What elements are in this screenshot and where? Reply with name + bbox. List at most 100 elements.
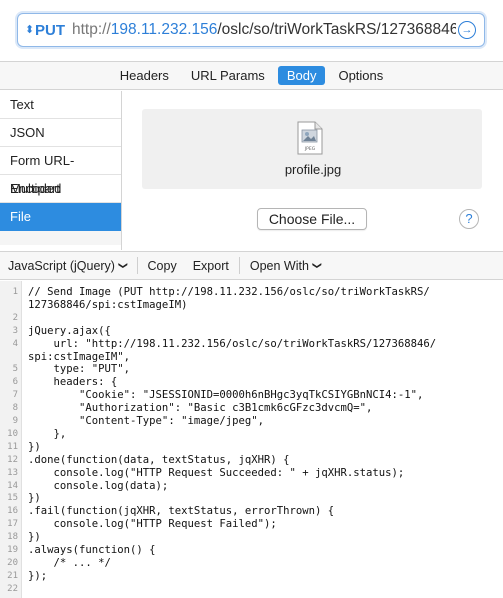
method-selector[interactable]: PUT (35, 22, 65, 39)
method-stepper-icon[interactable]: ⬍ (25, 25, 34, 36)
tab-options[interactable]: Options (329, 66, 392, 85)
help-button[interactable]: ? (459, 209, 479, 229)
code-text: console.log("HTTP Request Succeeded: " +… (28, 466, 405, 479)
code-line: 5 type: "PUT", (0, 363, 503, 376)
language-selector[interactable]: JavaScript (jQuery) ❯ (0, 259, 135, 273)
code-text: }) (28, 440, 41, 453)
code-line: 12 .done(function(data, textStatus, jqXHR… (0, 454, 503, 467)
code-line: 22 (0, 583, 503, 596)
open-with-label: Open With (249, 258, 309, 273)
code-line: 13 console.log("HTTP Request Succeeded: … (0, 467, 503, 480)
code-line: spi:cstImageIM", (0, 351, 503, 364)
code-line: 19 .always(function() { (0, 544, 503, 557)
line-number: 17 (7, 519, 18, 530)
open-with-button[interactable]: Open With ❯ (242, 259, 329, 273)
code-text: /* ... */ (28, 556, 111, 569)
code-text: "Cookie": "JSESSIONID=0000h6nBHgc3yqTkCS… (28, 389, 424, 402)
code-line: 4 url: "http://198.11.232.156/oslc/so/tr… (0, 338, 503, 351)
code-text: .done(function(data, textStatus, jqXHR) … (28, 453, 290, 466)
line-number: 1 (12, 287, 18, 297)
code-text: spi:cstImageIM", (28, 350, 131, 363)
request-bar: ⬍ PUT http://198.11.232.156/oslc/so/triW… (0, 0, 503, 62)
code-text: }); (28, 569, 48, 582)
jpeg-icon-label: JPEG (304, 146, 316, 152)
code-text: }) (28, 492, 41, 505)
tab-body[interactable]: Body (277, 66, 326, 85)
tab-url-params[interactable]: URL Params (182, 66, 274, 85)
line-number: 19 (7, 545, 18, 555)
jpeg-file-icon: JPEG (297, 121, 323, 155)
url-text[interactable]: http://198.11.232.156/oslc/so/triWorkTas… (72, 21, 456, 39)
line-number: 13 (7, 467, 18, 478)
code-editor[interactable]: 1 // Send Image (PUT http://198.11.232.15… (0, 281, 503, 598)
sidebar-filler (0, 231, 121, 245)
line-number: 18 (7, 532, 18, 543)
code-text: 127368846/spi:cstImageIM) (28, 298, 188, 311)
code-text: type: "PUT", (28, 363, 131, 376)
line-number: 3 (12, 325, 18, 336)
line-number: 8 (12, 403, 18, 414)
body-type-json[interactable]: JSON (0, 119, 121, 147)
line-number: 11 (7, 441, 18, 452)
language-label: JavaScript (jQuery) (8, 258, 115, 273)
chevron-down-icon: ❯ (118, 261, 129, 270)
code-line: 7 "Cookie": "JSESSIONID=0000h6nBHgc3yqTk… (0, 389, 503, 402)
line-number: 12 (7, 454, 18, 465)
line-number: 9 (12, 416, 18, 426)
url-host: 198.11.232.156 (110, 21, 218, 38)
copy-button[interactable]: Copy (140, 259, 185, 273)
code-line: 1 // Send Image (PUT http://198.11.232.15… (0, 286, 503, 299)
body-type-file[interactable]: File (0, 203, 121, 231)
code-text: }, (28, 427, 67, 440)
code-line: 3 jQuery.ajax({ (0, 325, 503, 338)
export-button[interactable]: Export (185, 259, 237, 273)
file-name: profile.jpg (284, 162, 342, 177)
body-type-text[interactable]: Text (0, 91, 121, 119)
line-number: 2 (12, 312, 18, 323)
choose-file-button[interactable]: Choose File... (257, 208, 367, 230)
code-line: 14 console.log(data); (0, 480, 503, 493)
toolbar-divider (136, 257, 138, 274)
code-text: // Send Image (PUT http://198.11.232.156… (28, 286, 430, 298)
url-field[interactable]: ⬍ PUT http://198.11.232.156/oslc/so/triW… (17, 13, 485, 47)
code-text: }) (28, 531, 41, 544)
line-number: 20 (7, 557, 18, 568)
code-line: 6 headers: { (0, 376, 503, 389)
url-path: /oslc/so/triWorkTaskRS/127368846/spi:cst… (217, 21, 456, 38)
code-text: jQuery.ajax({ (28, 324, 111, 337)
request-tabs: Headers URL Params Body Options (0, 62, 503, 90)
code-line: 127368846/spi:cstImageIM) (0, 299, 503, 312)
send-arrow-icon[interactable]: → (458, 21, 476, 39)
url-scheme: http:// (72, 21, 111, 38)
code-line: 10 }, (0, 428, 503, 441)
code-line: 18}) (0, 531, 503, 544)
line-number: 16 (7, 506, 18, 517)
body-type-list: Text JSON Form URL-Encoded Multipart Fil… (0, 91, 122, 250)
code-text: headers: { (28, 376, 118, 389)
code-line: 8 "Authorization": "Basic c3B1cmk6cGFzc3… (0, 402, 503, 415)
code-text: console.log(data); (28, 479, 169, 492)
code-text: url: "http://198.11.232.156/oslc/so/triW… (28, 337, 437, 350)
code-line: 9 "Content-Type": "image/jpeg", (0, 415, 503, 428)
line-number: 22 (7, 583, 18, 594)
code-line: 2 (0, 312, 503, 325)
line-number: 10 (7, 428, 18, 439)
line-number: 4 (12, 338, 18, 349)
chevron-down-icon: ❯ (312, 261, 323, 270)
code-line: 11}) (0, 441, 503, 454)
code-text: console.log("HTTP Request Failed"); (28, 518, 277, 531)
toolbar-divider (238, 257, 240, 274)
line-number: 7 (12, 390, 18, 401)
code-text: .fail(function(jqXHR, textStatus, errorT… (28, 505, 335, 518)
code-line: 21}); (0, 570, 503, 583)
code-line: 20 /* ... */ (0, 557, 503, 570)
code-line: 16 .fail(function(jqXHR, textStatus, erro… (0, 505, 503, 518)
body-type-form-url-encoded[interactable]: Form URL-Encoded (0, 147, 121, 196)
code-text: "Authorization": "Basic c3B1cmk6cGFzc3dv… (28, 402, 373, 415)
tab-headers[interactable]: Headers (111, 66, 178, 85)
file-body-panel: JPEG profile.jpg Choose File... ? (123, 91, 503, 250)
line-number: 14 (7, 480, 18, 491)
line-number: 5 (12, 364, 18, 375)
code-line: 15}) (0, 492, 503, 505)
line-number: 15 (7, 493, 18, 504)
